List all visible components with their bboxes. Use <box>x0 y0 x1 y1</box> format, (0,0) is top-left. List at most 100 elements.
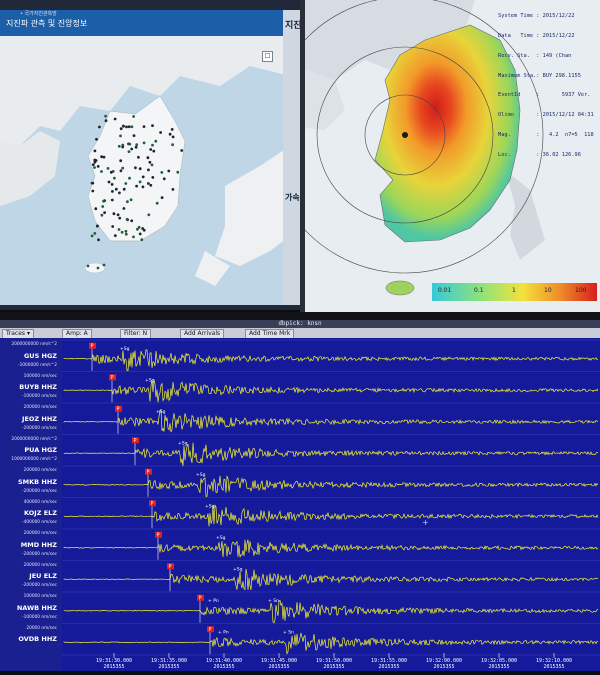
info-line: System Time : 2015/12/22 <box>498 13 575 20</box>
station-label[interactable]: BUYB HHZ <box>19 383 57 391</box>
time-axis-label: 19:32:10.000 2015355 <box>535 658 573 670</box>
station-label[interactable]: PUA HGZ <box>24 446 57 454</box>
station-label[interactable]: GUS HGZ <box>24 352 57 360</box>
station-dot <box>159 131 163 134</box>
station-dot <box>147 213 151 217</box>
station-dot <box>122 207 126 210</box>
station-dot <box>112 212 116 216</box>
amplitude-scale-bottom: -400000 nm/sec <box>22 520 57 525</box>
station-dot <box>96 266 100 270</box>
crosshair-cursor-icon: + <box>422 518 429 527</box>
station-label[interactable]: KOJZ ELZ <box>24 509 57 517</box>
time-axis-label: 19:32:05.000 2015355 <box>480 658 518 670</box>
station-dot <box>170 128 174 131</box>
s-phase-label: +Sg <box>216 535 226 541</box>
station-dot <box>122 124 125 128</box>
legend-label: 100 <box>575 287 587 294</box>
station-dot <box>93 158 97 162</box>
s-phase-label: +Sg <box>145 377 155 383</box>
station-dot <box>160 171 164 174</box>
station-dot <box>93 149 97 153</box>
station-dot <box>168 132 172 136</box>
seismogram-traces[interactable]: P +Sg P +Sg P +Sg P +Sg P +Sg P +Sg P +Sg P +Sg P + Sn + P… <box>0 338 600 671</box>
station-dot <box>151 143 154 147</box>
station-dot <box>162 177 166 181</box>
station-label[interactable]: OVDB HHZ <box>18 635 57 643</box>
station-dot <box>118 191 121 195</box>
station-label[interactable]: MMD HHZ <box>21 541 57 549</box>
amplitude-scale-top: 2000000000 nm/s^2 <box>11 436 57 442</box>
pn-phase-label: + Pn <box>218 629 229 635</box>
info-line: Recv. Sta. : 149 (Chan <box>498 52 572 59</box>
station-dot <box>138 180 142 184</box>
seismic-trace <box>63 568 599 591</box>
station-dot <box>93 166 96 169</box>
station-dot <box>93 232 97 235</box>
window-title: 지진파 관측 및 진앙정보 <box>6 19 88 28</box>
station-dot <box>160 196 164 200</box>
seismic-trace <box>63 599 599 624</box>
station-dot <box>130 219 134 223</box>
station-dot <box>119 159 123 163</box>
station-dot <box>142 125 146 128</box>
station-dot <box>124 232 128 236</box>
station-dot <box>117 228 121 231</box>
seismic-trace <box>63 442 598 467</box>
station-map[interactable] <box>0 36 290 305</box>
seismic-trace <box>63 475 599 497</box>
s-phase-label: +Sg <box>120 346 130 352</box>
station-dot <box>167 169 171 173</box>
station-label[interactable]: JEOZ HHZ <box>22 415 57 423</box>
station-dot <box>138 232 142 236</box>
info-line: Mag. : 4.2 n7=5 118 <box>498 131 594 138</box>
station-dot <box>102 263 106 267</box>
window-subtitle: • 국가지진관측망 <box>20 11 57 17</box>
station-dot <box>91 181 95 185</box>
station-dot <box>141 185 145 189</box>
seismic-trace <box>63 409 599 433</box>
station-label[interactable]: NAWB HHZ <box>17 604 57 612</box>
station-dot <box>151 176 155 179</box>
station-dot <box>96 165 100 168</box>
station-dot <box>151 124 154 127</box>
station-dot <box>128 142 132 146</box>
station-dot <box>91 163 95 166</box>
info-line: Loc. : 36.02 126.96 <box>498 151 581 158</box>
station-dot <box>154 139 158 143</box>
p-pick-label: P <box>147 469 150 475</box>
time-axis-label: 19:31:50.000 2015355 <box>315 658 353 670</box>
p-pick-label: P <box>134 438 137 444</box>
station-dot <box>171 188 175 191</box>
station-dot <box>106 167 110 170</box>
seismogram-panel[interactable]: P +Sg P +Sg P +Sg P +Sg P +Sg P +Sg P +Sg P +Sg P + Sn + P… <box>0 338 600 671</box>
station-label[interactable]: SMKB HHZ <box>18 478 57 486</box>
time-axis-label: 19:31:45.000 2015355 <box>260 658 298 670</box>
maximize-icon[interactable]: ☐ <box>262 51 273 62</box>
station-dot <box>102 155 106 159</box>
station-dot <box>103 211 106 215</box>
legend-label: 0.1 <box>474 287 484 294</box>
s-phase-label: + Sn <box>268 598 279 604</box>
time-axis-label: 19:31:55.000 2015355 <box>370 658 408 670</box>
station-dot <box>109 170 113 174</box>
amplitude-scale-bottom: 1000000000 nm/s^2 <box>11 457 57 462</box>
amplitude-scale-top: 200000 nm/sec <box>23 468 57 473</box>
amplitude-scale-top: 200000 nm/sec <box>23 562 57 568</box>
station-dot <box>148 160 152 164</box>
amplitude-scale-top: 400000 nm/sec <box>23 499 57 505</box>
s-phase-label: + Sn <box>283 629 294 635</box>
waveform-toolbar: Traces ▾ Amp: A Filter: N Add Arrivals A… <box>0 328 600 339</box>
s-phase-label: +Sg <box>196 472 206 478</box>
station-dot <box>140 238 144 242</box>
seismic-trace <box>63 504 599 527</box>
station-dot <box>117 144 121 148</box>
seismic-trace <box>63 632 599 655</box>
station-label[interactable]: JEU ELZ <box>29 572 57 580</box>
amplitude-scale-top: 2000000000 nm/s^2 <box>11 342 57 347</box>
amplitude-scale-bottom: -200000 nm/sec <box>22 551 57 557</box>
station-dot <box>113 176 116 180</box>
station-dot <box>141 175 145 179</box>
station-dot <box>128 176 131 180</box>
station-dot <box>119 134 122 138</box>
station-dot <box>134 166 137 170</box>
